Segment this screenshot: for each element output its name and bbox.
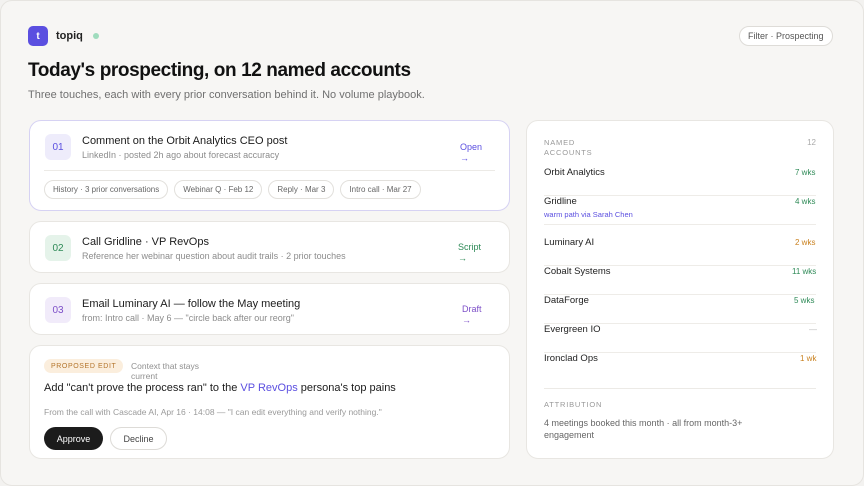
- divider: [544, 388, 816, 389]
- touch-detail: Reference her webinar question about aud…: [82, 251, 346, 261]
- account-name: Gridline: [544, 196, 577, 207]
- edit-source: From the call with Cascade AI, Apr 16 · …: [44, 407, 382, 417]
- divider: [544, 224, 816, 225]
- page-subtitle: Three touches, each with every prior con…: [28, 89, 425, 101]
- brand-logo: t: [28, 26, 48, 46]
- online-status-dot: [92, 33, 99, 39]
- attribution-label: ATTRIBUTION: [544, 400, 603, 409]
- touch-detail: from: Intro call · May 6 — "circle back …: [82, 313, 294, 323]
- script-label: Script: [458, 242, 482, 252]
- attribution-text: 4 meetings booked this month · all from …: [544, 418, 743, 440]
- history-chips: History · 3 prior conversations Webinar …: [44, 180, 421, 199]
- touch-number: 03: [45, 297, 71, 323]
- account-weeks: 1 wk: [800, 354, 817, 363]
- divider: [44, 170, 495, 171]
- draft-button[interactable]: Draft →: [462, 304, 482, 326]
- script-button[interactable]: Script →: [458, 242, 481, 264]
- decline-button[interactable]: Decline: [110, 427, 167, 450]
- draft-label: Draft: [462, 304, 482, 314]
- persona-link[interactable]: VP RevOps: [240, 382, 297, 394]
- approve-button[interactable]: Approve: [44, 427, 103, 450]
- arrow-right-icon: →: [462, 315, 471, 325]
- account-name: DataForge: [544, 295, 589, 306]
- proposed-edit-text: Add "can't prove the process ran" to the…: [44, 382, 396, 394]
- brand: t topiq: [28, 26, 99, 46]
- account-name: Orbit Analytics: [544, 167, 605, 178]
- account-name: Cobalt Systems: [544, 266, 611, 277]
- account-row[interactable]: Gridline warm path via Sarah Chen 4 wks: [544, 192, 816, 225]
- account-weeks: 4 wks: [795, 197, 816, 206]
- account-weeks: 2 wks: [795, 238, 816, 247]
- proposed-edit-badge: PROPOSED EDIT: [44, 359, 124, 373]
- touch-card-2[interactable]: 02 Call Gridline · VP RevOps Reference h…: [29, 221, 510, 273]
- filter-button[interactable]: Filter · Prospecting: [739, 26, 833, 46]
- account-name: Evergreen IO: [544, 324, 601, 335]
- account-weeks: 11 wks: [792, 267, 817, 276]
- touch-title: Call Gridline · VP RevOps: [82, 236, 209, 248]
- account-row[interactable]: Evergreen IO —: [544, 320, 817, 353]
- touch-title: Email Luminary AI — follow the May meeti…: [82, 298, 301, 310]
- touch-title: Comment on the Orbit Analytics CEO post: [82, 135, 288, 147]
- touch-number: 02: [45, 235, 71, 261]
- proposed-edit-card: PROPOSED EDIT Context that stays current…: [29, 345, 510, 459]
- account-row[interactable]: Ironclad Ops 1 wk: [544, 349, 816, 378]
- warm-path-note: warm path via Sarah Chen: [544, 210, 633, 219]
- touch-card-1[interactable]: 01 Comment on the Orbit Analytics CEO po…: [29, 120, 510, 211]
- page-title: Today's prospecting, on 12 named account…: [28, 60, 411, 81]
- account-weeks: 7 wks: [795, 168, 816, 177]
- account-name: Luminary AI: [544, 237, 595, 248]
- touch-card-3[interactable]: 03 Email Luminary AI — follow the May me…: [29, 283, 510, 335]
- arrow-right-icon: →: [460, 153, 469, 163]
- chip-intro-call[interactable]: Intro call · Mar 27: [340, 180, 421, 199]
- open-button[interactable]: Open →: [460, 142, 482, 164]
- account-weeks: 5 wks: [794, 296, 815, 305]
- account-row[interactable]: DataForge 5 wks: [544, 291, 816, 324]
- account-name: Ironclad Ops: [544, 353, 598, 364]
- account-row[interactable]: Luminary AI 2 wks: [544, 233, 816, 266]
- chip-reply[interactable]: Reply · Mar 3: [268, 180, 335, 199]
- brand-name: topiq: [56, 30, 83, 42]
- open-label: Open: [460, 142, 483, 152]
- panel-label: NAMED ACCOUNTS: [544, 138, 593, 157]
- chip-webinar[interactable]: Webinar Q · Feb 12: [174, 180, 263, 199]
- edit-text-before: Add "can't prove the process ran" to the: [44, 382, 241, 394]
- accounts-panel: NAMED ACCOUNTS 12 Orbit Analytics 7 wks …: [526, 120, 834, 459]
- edit-text-after: persona's top pains: [297, 382, 396, 394]
- touch-detail: LinkedIn · posted 2h ago about forecast …: [82, 150, 280, 160]
- account-weeks: —: [809, 325, 817, 334]
- accounts-count: 12: [807, 138, 816, 147]
- context-label: Context that stays current: [131, 361, 200, 381]
- touch-number: 01: [45, 134, 71, 160]
- account-row[interactable]: Cobalt Systems 11 wks: [544, 262, 817, 295]
- chip-history[interactable]: History · 3 prior conversations: [44, 180, 169, 199]
- arrow-right-icon: →: [458, 253, 467, 263]
- account-row[interactable]: Orbit Analytics 7 wks: [544, 163, 816, 196]
